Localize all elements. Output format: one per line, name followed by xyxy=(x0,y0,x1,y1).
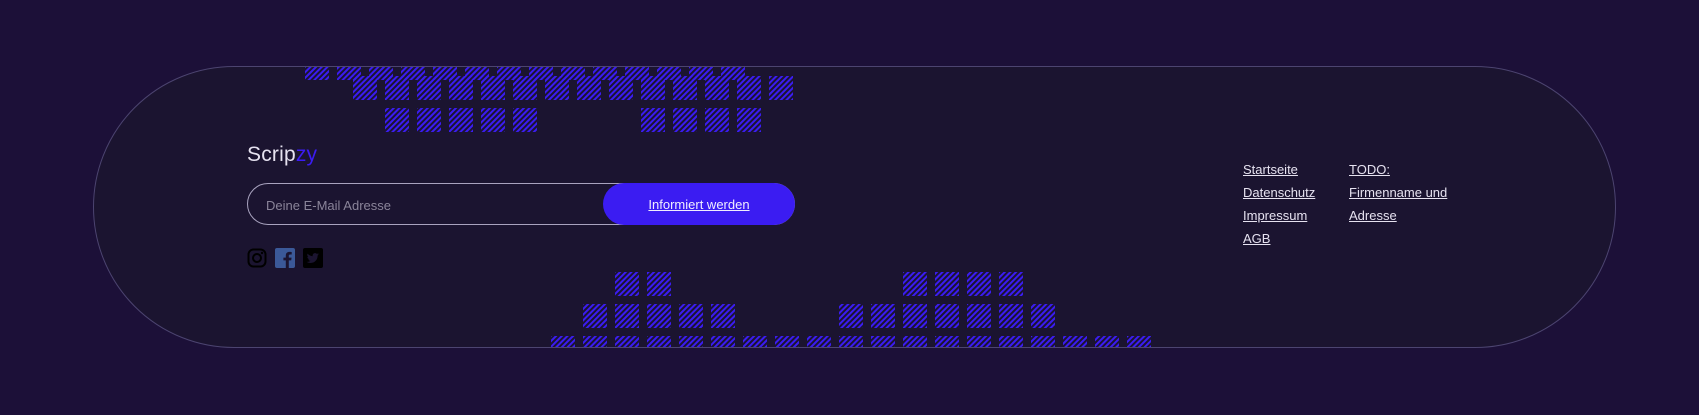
pattern-tile xyxy=(743,336,767,347)
pattern-tile xyxy=(449,76,473,100)
pattern-tile xyxy=(609,76,633,100)
brand-logo[interactable]: Scripzy xyxy=(247,143,317,167)
pattern-tile xyxy=(839,304,863,328)
pattern-tile xyxy=(1031,304,1055,328)
pattern-tile xyxy=(513,76,537,100)
pattern-tile xyxy=(647,336,671,347)
pattern-tile xyxy=(999,336,1023,347)
pattern-tile xyxy=(583,336,607,347)
pattern-tile xyxy=(641,76,665,100)
pattern-tile xyxy=(839,336,863,347)
footer-link-impressum[interactable]: Impressum xyxy=(1243,204,1315,227)
pattern-tile xyxy=(871,304,895,328)
company-address: TODO: Firmenname und Adresse xyxy=(1349,158,1447,227)
pattern-tile xyxy=(481,108,505,132)
pattern-tile xyxy=(1031,336,1055,347)
pattern-tile xyxy=(967,336,991,347)
pattern-tile xyxy=(385,108,409,132)
address-line[interactable]: Adresse xyxy=(1349,204,1447,227)
pattern-tile xyxy=(615,272,639,296)
pattern-tile xyxy=(551,336,575,347)
footer-card: Scripzy Informiert werden Startseite Dat… xyxy=(93,66,1616,348)
pattern-tile xyxy=(583,304,607,328)
pattern-tile xyxy=(449,108,473,132)
pattern-tile xyxy=(711,336,735,347)
pattern-tile xyxy=(1063,336,1087,347)
pattern-tile xyxy=(705,76,729,100)
pattern-tile xyxy=(481,76,505,100)
social-links xyxy=(247,248,323,268)
pattern-tile xyxy=(417,76,441,100)
pattern-tile xyxy=(679,304,703,328)
pattern-tile xyxy=(737,76,761,100)
instagram-icon[interactable] xyxy=(247,248,267,268)
pattern-tile xyxy=(615,304,639,328)
pattern-tile xyxy=(903,336,927,347)
pattern-tile xyxy=(641,108,665,132)
pattern-tile xyxy=(871,336,895,347)
twitter-icon[interactable] xyxy=(303,248,323,268)
footer-link-startseite[interactable]: Startseite xyxy=(1243,158,1315,181)
pattern-tile xyxy=(903,272,927,296)
pattern-tile xyxy=(673,108,697,132)
footer-link-agb[interactable]: AGB xyxy=(1243,227,1315,250)
pattern-tile xyxy=(935,304,959,328)
address-line[interactable]: Firmenname und xyxy=(1349,181,1447,204)
pattern-tile xyxy=(807,336,831,347)
newsletter-form: Informiert werden xyxy=(247,183,795,226)
address-line[interactable]: TODO: xyxy=(1349,158,1447,181)
pattern-tile xyxy=(769,76,793,100)
pattern-tile xyxy=(1127,336,1151,347)
pattern-tile xyxy=(711,304,735,328)
pattern-tile xyxy=(967,272,991,296)
pattern-tile xyxy=(935,336,959,347)
subscribe-button[interactable]: Informiert werden xyxy=(603,183,795,225)
pattern-tile xyxy=(737,108,761,132)
footer-link-datenschutz[interactable]: Datenschutz xyxy=(1243,181,1315,204)
pattern-tile xyxy=(513,108,537,132)
pattern-tile xyxy=(775,336,799,347)
footer-nav: Startseite Datenschutz Impressum AGB xyxy=(1243,158,1315,250)
facebook-icon[interactable] xyxy=(275,248,295,268)
pattern-tile xyxy=(305,67,329,80)
pattern-tile xyxy=(353,76,377,100)
pattern-tile xyxy=(967,304,991,328)
pattern-tile xyxy=(385,76,409,100)
pattern-tile xyxy=(577,76,601,100)
email-input[interactable] xyxy=(264,184,598,226)
pattern-tile xyxy=(673,76,697,100)
pattern-tile xyxy=(999,304,1023,328)
pattern-tile xyxy=(647,272,671,296)
pattern-tile xyxy=(999,272,1023,296)
pattern-tile xyxy=(903,304,927,328)
pattern-tile xyxy=(647,304,671,328)
pattern-tile xyxy=(615,336,639,347)
pattern-tile xyxy=(417,108,441,132)
pattern-tile xyxy=(1095,336,1119,347)
pattern-tile xyxy=(935,272,959,296)
pattern-tile xyxy=(679,336,703,347)
pattern-tile xyxy=(545,76,569,100)
pattern-tile xyxy=(705,108,729,132)
